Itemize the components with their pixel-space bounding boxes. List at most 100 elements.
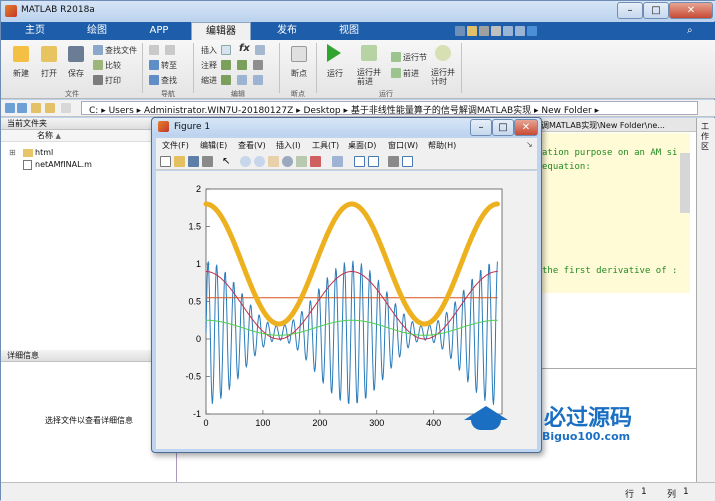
brush-icon[interactable] [310,156,321,167]
matlab-window: MATLAB R2018a – □ ✕ 主页 绘图 APP 编辑器 发布 视图 … [0,0,715,501]
menu-window[interactable]: 窗口(W) [388,140,418,151]
copy-icon[interactable] [491,26,501,36]
legend-icon[interactable] [368,156,379,167]
insert-button[interactable]: 插入 [201,45,217,56]
compare-button[interactable]: 比较 [105,60,121,71]
nav-back-icon[interactable] [149,45,159,55]
menu-file[interactable]: 文件(F) [162,140,189,151]
save-icon[interactable] [455,26,465,36]
menu-view[interactable]: 查看(V) [238,140,266,151]
nav-forward-icon[interactable] [165,45,175,55]
new-icon[interactable] [13,46,29,62]
advance-icon [391,68,401,78]
pan-icon[interactable] [268,156,279,167]
figure-minimize-button[interactable]: – [470,119,492,136]
data-cursor-icon[interactable] [296,156,307,167]
help-icon[interactable] [527,26,537,36]
show-plot-tools-icon[interactable] [402,156,413,167]
forward-icon[interactable] [17,103,27,113]
zoom-out-icon[interactable] [254,156,265,167]
menu-help[interactable]: 帮助(H) [428,140,456,151]
open-button[interactable]: 打开 [41,68,57,79]
wrap-icon[interactable] [253,60,263,70]
comment-icon[interactable] [221,60,231,70]
menu-desktop[interactable]: 桌面(D) [348,140,376,151]
tab-editor[interactable]: 编辑器 [191,22,251,40]
menu-tools[interactable]: 工具(T) [312,140,339,151]
print-button[interactable]: 打印 [105,75,121,86]
expand-icon[interactable]: ⊞ [9,147,16,159]
hide-plot-tools-icon[interactable] [388,156,399,167]
run-advance-button[interactable]: 运行并 前进 [357,68,381,86]
status-bar: 行 1 列 1 [1,482,715,501]
run-advance-icon[interactable] [361,45,377,61]
breadcrumb-segment[interactable]: Users [109,106,134,116]
rotate-icon[interactable] [282,156,293,167]
fx-button[interactable]: fx [239,43,250,54]
save-button[interactable]: 保存 [68,68,84,79]
undo-icon[interactable] [503,26,513,36]
tab-apps[interactable]: APP [129,22,189,40]
minimize-button[interactable]: – [617,2,643,19]
breadcrumb-segment[interactable]: Desktop [304,106,341,116]
insert-icon[interactable] [221,45,231,55]
title-bar: MATLAB R2018a – □ ✕ [1,1,715,21]
menu-insert[interactable]: 插入(I) [276,140,301,151]
advance-button[interactable]: 前进 [403,68,419,79]
run-time-button[interactable]: 运行并 计时 [431,68,455,86]
y-tick-label: 1 [196,259,201,269]
insert-function-icon[interactable] [255,45,265,55]
folder-icon[interactable] [31,103,41,113]
open-folder-icon[interactable] [41,46,57,62]
breakpoints-button[interactable]: 断点 [291,68,307,79]
tab-home[interactable]: 主页 [7,22,63,40]
breadcrumb-segment[interactable]: New Folder [541,106,591,116]
redo-icon[interactable] [515,26,525,36]
save-disk-icon[interactable] [68,46,84,62]
up-folder-icon[interactable] [45,103,55,113]
back-icon[interactable] [5,103,15,113]
colorbar-icon[interactable] [354,156,365,167]
run-time-icon[interactable] [435,45,451,61]
print-figure-icon[interactable] [202,156,213,167]
indent-button[interactable]: 缩进 [201,75,217,86]
cut-icon[interactable] [479,26,489,36]
save-figure-icon[interactable] [188,156,199,167]
goto-button[interactable]: 转至 [161,60,177,71]
link-icon[interactable] [332,156,343,167]
smart-indent-icon[interactable] [221,75,231,85]
breadcrumb-segment[interactable]: C: [89,106,98,116]
figure-maximize-button[interactable]: □ [492,119,514,136]
x-tick-label: 400 [426,418,441,428]
breadcrumb-segment[interactable]: 基于非线性能量算子的信号解调MATLAB实现 [351,106,531,116]
comment-button[interactable]: 注释 [201,60,217,71]
menu-edit[interactable]: 编辑(E) [200,140,227,151]
open-icon[interactable] [467,26,477,36]
outdent-icon[interactable] [253,75,263,85]
dock-icon[interactable]: ↘ [526,140,533,149]
find-files-button[interactable]: 查找文件 [105,45,137,56]
tab-plots[interactable]: 绘图 [67,22,127,40]
new-figure-icon[interactable] [160,156,171,167]
run-section-button[interactable]: 运行节 [403,52,427,63]
run-icon[interactable] [327,44,341,62]
maximize-button[interactable]: □ [643,2,669,19]
tab-view[interactable]: 视图 [319,22,379,40]
editor-scrollbar[interactable] [680,153,690,213]
indent-icon[interactable] [237,75,247,85]
open-file-icon[interactable] [174,156,185,167]
breadcrumb-segment[interactable]: Administrator.WIN7U-20180127Z [144,106,293,116]
find-button[interactable]: 查找 [161,75,177,86]
new-button[interactable]: 新建 [13,68,29,79]
zoom-in-icon[interactable] [240,156,251,167]
search-icon[interactable]: ⌕ [687,25,699,37]
group-label-edit: 编辑 [231,90,245,98]
close-button[interactable]: ✕ [669,2,713,19]
browse-icon[interactable] [61,103,71,113]
tab-publish[interactable]: 发布 [257,22,317,40]
breakpoint-icon[interactable] [291,46,307,62]
pointer-icon[interactable]: ↖ [222,156,233,167]
figure-close-button[interactable]: ✕ [514,119,538,136]
uncomment-icon[interactable] [237,60,247,70]
run-button[interactable]: 运行 [327,68,343,79]
